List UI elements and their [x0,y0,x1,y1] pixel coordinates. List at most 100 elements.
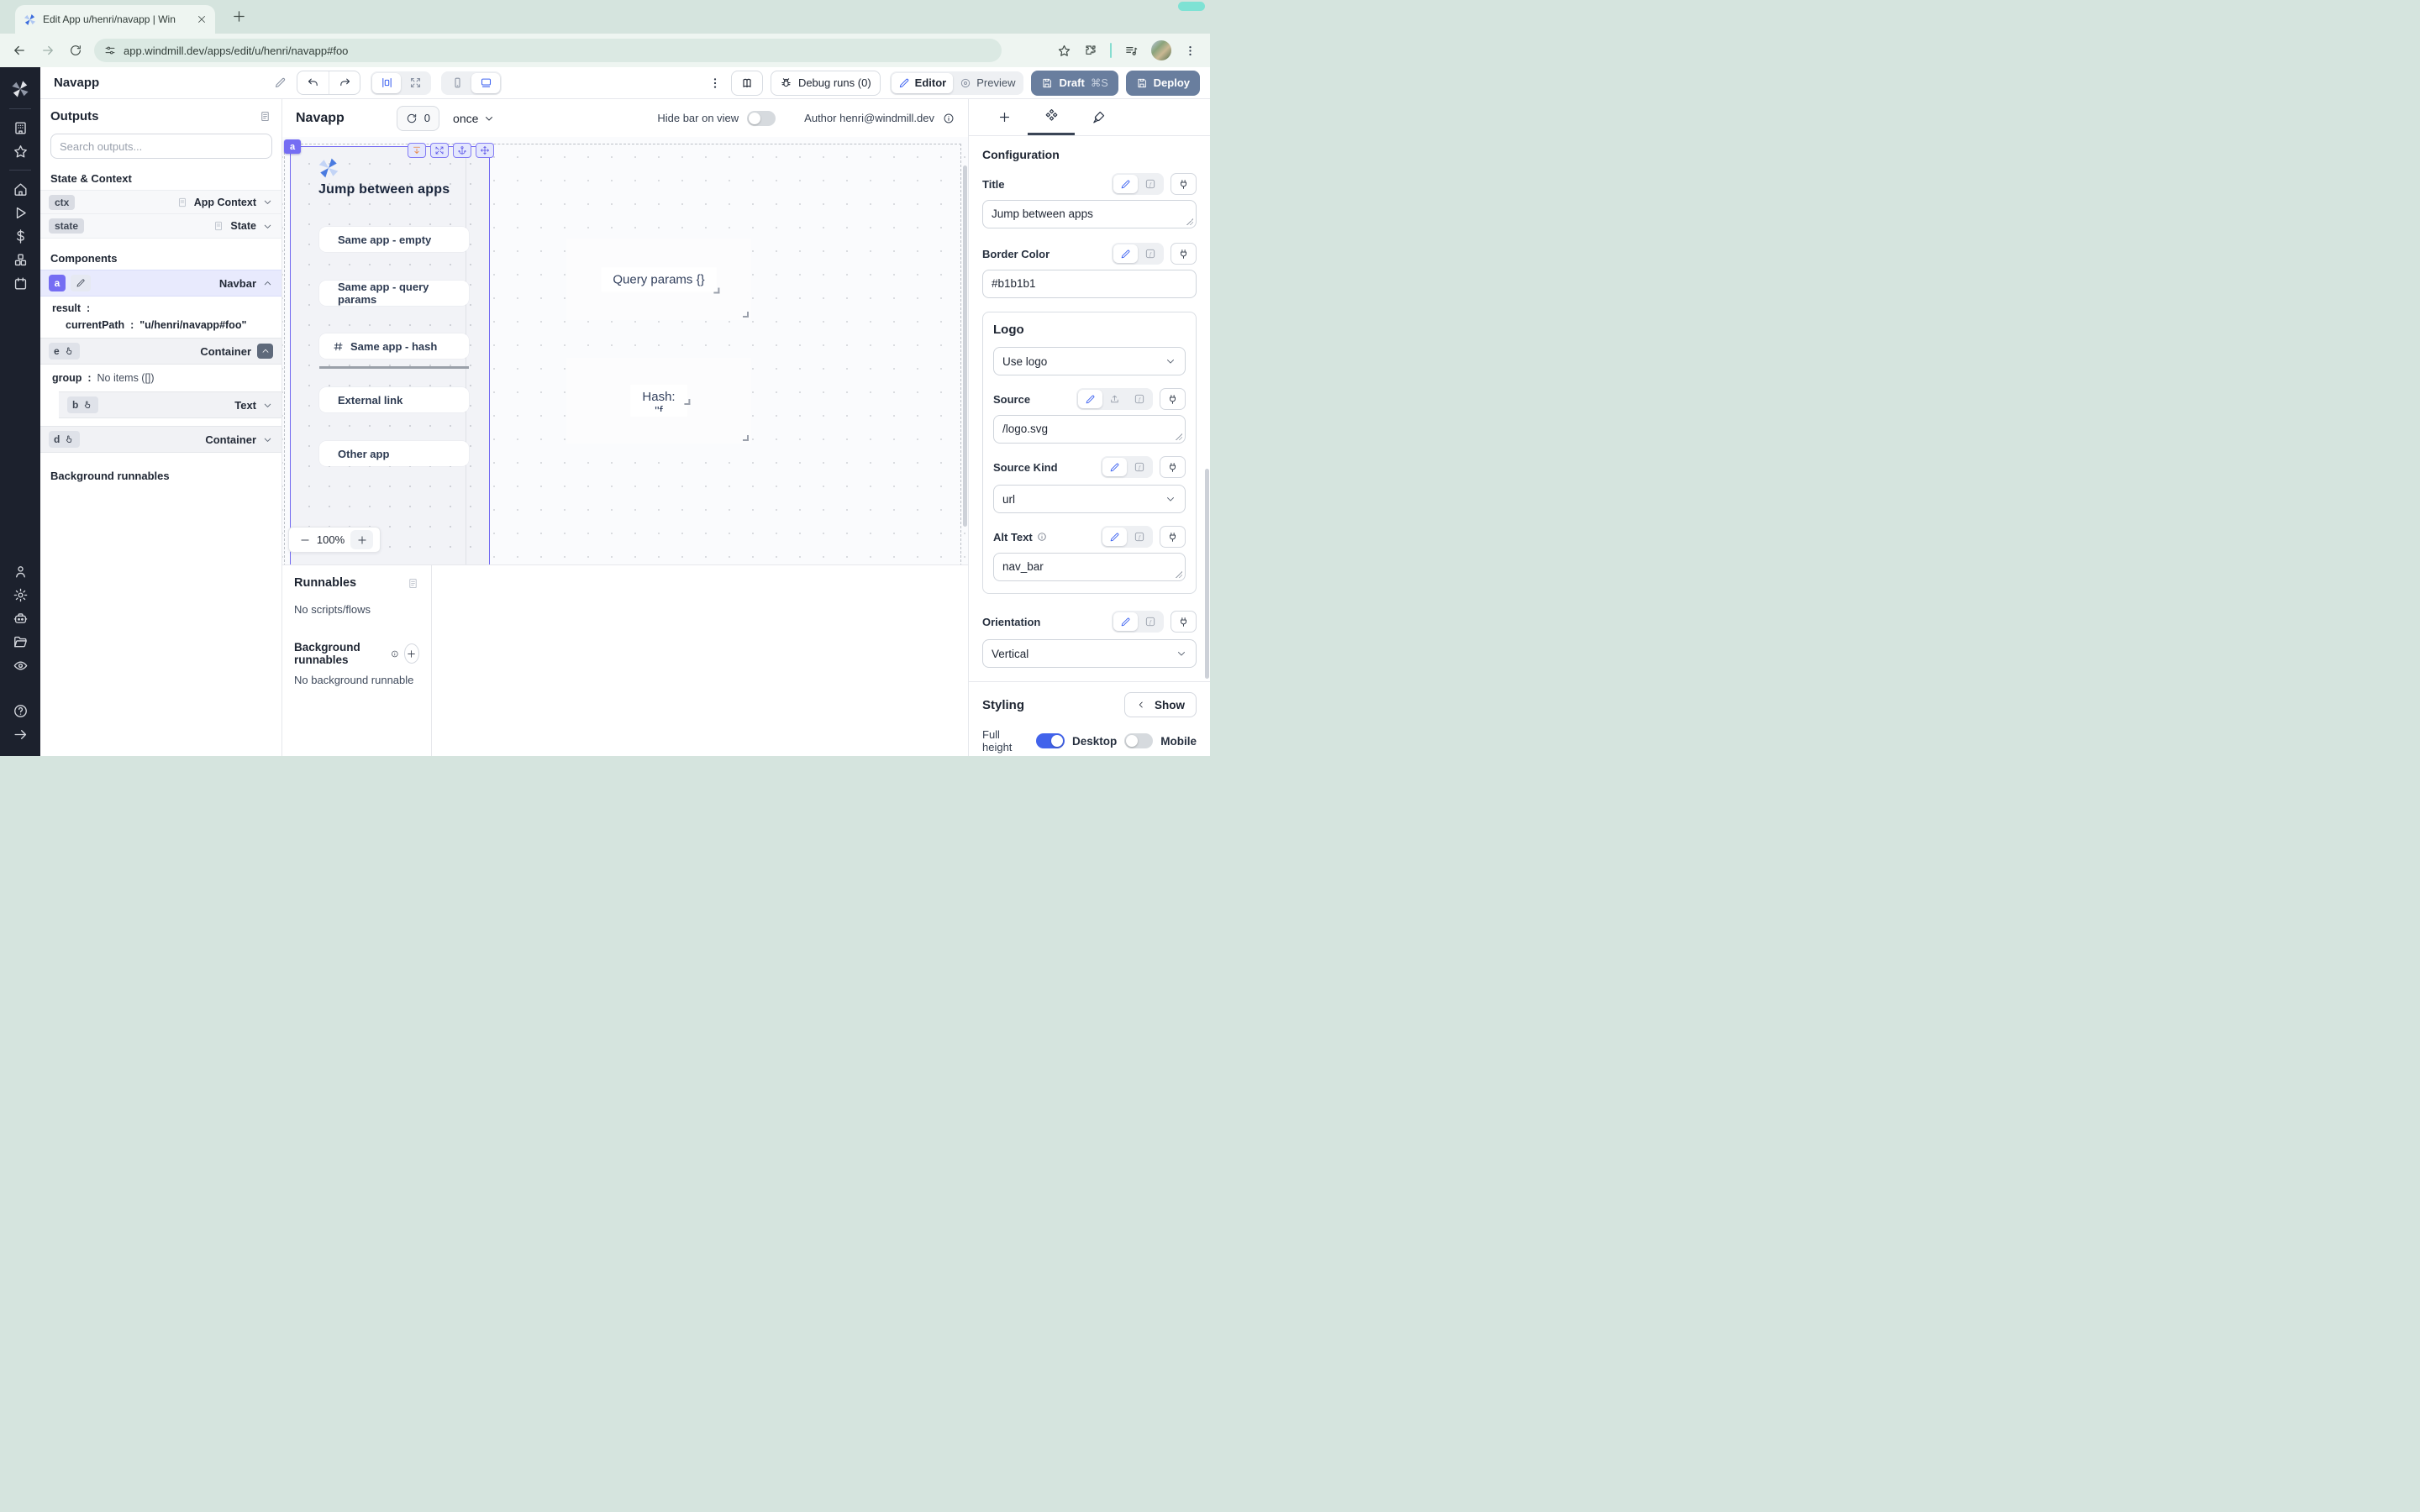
windmill-logo-icon[interactable] [11,80,29,98]
bookmark-star-icon[interactable] [1057,44,1071,58]
full-height-desktop-toggle[interactable] [1036,733,1065,748]
tab-insert-component[interactable] [981,99,1028,135]
redo-button[interactable] [329,71,360,94]
navbar-chevron-up-icon[interactable] [262,278,273,289]
tab-component-settings[interactable] [1028,99,1075,135]
media-queue-icon[interactable] [1124,44,1139,58]
orientation-static-button[interactable] [1113,612,1138,631]
full-height-mobile-toggle[interactable] [1124,733,1153,748]
info-icon[interactable] [1037,532,1047,542]
browser-menu-icon[interactable] [1184,45,1197,57]
container-e-collapse-button[interactable] [257,344,273,359]
deploy-button[interactable]: Deploy [1126,71,1200,96]
alt-text-static-button[interactable] [1102,528,1127,546]
full-width-layout-button[interactable] [401,73,429,93]
rename-app-icon[interactable] [274,76,287,89]
browser-tab[interactable]: Edit App u/henri/navapp | Win [15,5,215,34]
source-upload-button[interactable] [1102,390,1127,408]
draft-button[interactable]: Draft ⌘S [1031,71,1118,96]
favorites-star-icon[interactable] [13,144,29,160]
styling-show-button[interactable]: Show [1124,692,1197,717]
title-expr-mode-button[interactable]: f [1138,175,1162,193]
nav-item-same-app-empty[interactable]: Same app - empty [319,227,469,252]
tab-close-icon[interactable] [197,14,207,24]
source-static-button[interactable] [1078,390,1102,408]
workers-icon[interactable] [13,611,29,627]
runs-icon[interactable] [13,205,29,221]
billing-icon[interactable] [13,228,29,244]
component-row-navbar[interactable]: a Navbar [40,270,281,297]
orientation-select[interactable]: Vertical [982,639,1197,668]
title-input[interactable]: Jump between apps [982,200,1197,228]
text-b-chevron-down-icon[interactable] [262,400,273,411]
info-icon[interactable] [943,113,955,124]
navbar-component[interactable]: Jump between apps Same app - empty Same … [290,146,490,564]
border-color-connect-button[interactable] [1171,243,1197,265]
resize-handle[interactable] [743,312,749,318]
container-d-chevron-down-icon[interactable] [262,434,273,445]
source-input[interactable]: /logo.svg [993,415,1186,444]
state-chevron-down-icon[interactable] [262,221,273,232]
source-kind-expr-button[interactable]: f [1127,458,1151,476]
component-row-container-d[interactable]: d Container [40,426,281,453]
alt-text-expr-button[interactable]: f [1127,528,1151,546]
resize-handle[interactable] [743,435,749,441]
border-color-static-button[interactable] [1113,244,1138,263]
navbar-edit-badge[interactable] [71,275,91,291]
container-e-badge[interactable]: e [49,343,80,360]
runnables-doc-icon[interactable] [407,577,419,590]
title-static-mode-button[interactable] [1113,175,1138,193]
source-kind-select[interactable]: url [993,485,1186,513]
alt-text-connect-button[interactable] [1160,526,1186,548]
audit-eye-icon[interactable] [13,658,29,674]
border-color-expr-button[interactable]: f [1138,244,1162,263]
source-kind-connect-button[interactable] [1160,456,1186,478]
container-d-badge[interactable]: d [49,431,80,448]
zoom-out-icon[interactable] [299,534,311,546]
expand-component-button[interactable] [430,143,449,158]
query-params-container[interactable]: Query params {} [566,239,751,320]
canvas-grid[interactable]: Jump between apps Same app - empty Same … [282,137,968,564]
add-background-runnable-button[interactable] [404,643,419,664]
panel-doc-icon[interactable] [259,110,271,123]
text-b-badge[interactable]: b [67,396,98,413]
undo-button[interactable] [297,71,329,94]
more-options-icon[interactable] [708,76,722,90]
refresh-mode-select[interactable]: once [453,112,495,125]
hide-bar-toggle[interactable] [747,111,776,126]
nav-item-external-link[interactable]: External link [319,387,469,412]
workspace-icon[interactable] [13,120,29,136]
collapse-rail-icon[interactable] [13,727,29,743]
ctx-row[interactable]: ctx App Context [40,190,281,214]
source-connect-button[interactable] [1160,388,1186,410]
title-connect-button[interactable] [1171,173,1197,195]
preview-tab[interactable]: Preview [953,73,1022,93]
folders-icon[interactable] [13,634,29,650]
info-icon[interactable] [391,648,399,659]
back-icon[interactable] [12,43,27,58]
debug-runs-button[interactable]: Debug runs (0) [771,71,881,96]
component-row-text-b[interactable]: b Text [59,391,281,418]
extensions-icon[interactable] [1084,44,1097,57]
docs-button[interactable] [731,71,763,96]
forward-icon[interactable] [40,43,55,58]
logo-select[interactable]: Use logo [993,347,1186,375]
zoom-in-button[interactable] [350,530,373,549]
editor-tab[interactable]: Editor [892,73,954,93]
profile-avatar[interactable] [1151,40,1171,60]
source-kind-static-button[interactable] [1102,458,1127,476]
site-settings-icon[interactable] [104,45,116,56]
settings-scrollbar[interactable] [1205,469,1209,679]
url-bar[interactable]: app.windmill.dev/apps/edit/u/henri/navap… [94,39,1002,62]
nav-item-same-app-hash[interactable]: Same app - hash [319,333,469,359]
desktop-view-button[interactable] [471,73,500,93]
source-expr-button[interactable]: f [1127,390,1151,408]
component-row-container-e[interactable]: e Container [40,338,281,365]
alt-text-input[interactable]: nav_bar [993,553,1186,581]
border-color-input[interactable]: #b1b1b1 [982,270,1197,298]
home-icon[interactable] [13,181,29,197]
expand-down-button[interactable] [408,143,426,158]
state-row[interactable]: state State [40,214,281,239]
reload-icon[interactable] [69,44,82,57]
anchor-component-button[interactable] [453,143,471,158]
